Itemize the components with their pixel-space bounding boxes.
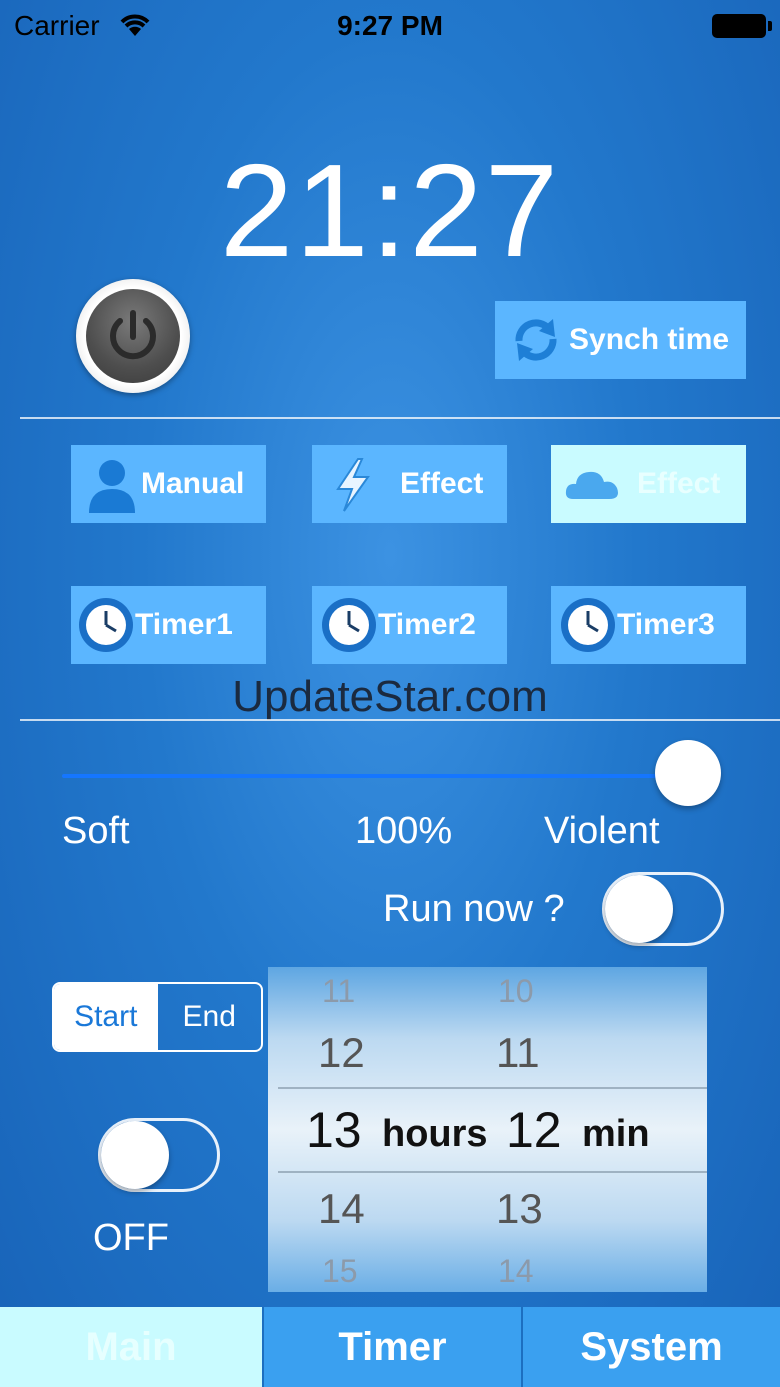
picker-minute-option[interactable]: 14: [498, 1253, 534, 1290]
picker-hour-option[interactable]: 15: [322, 1253, 358, 1290]
segment-start[interactable]: Start: [54, 984, 158, 1050]
intensity-slider-track[interactable]: [62, 774, 688, 778]
picker-minute-selected[interactable]: 12: [506, 1101, 562, 1159]
time-picker[interactable]: 11 12 13 14 15 10 11 12 13 14 hours min: [268, 967, 707, 1292]
picker-hour-option[interactable]: 12: [318, 1029, 365, 1077]
mode-effect-label: Effect: [400, 467, 484, 500]
timer2-label: Timer2: [378, 608, 476, 641]
divider: [20, 719, 780, 721]
picker-minute-option[interactable]: 10: [498, 973, 534, 1010]
cloud-icon: [565, 471, 618, 499]
mode-manual-label: Manual: [141, 467, 245, 500]
intensity-slider-thumb[interactable]: [655, 740, 721, 806]
clock-icon: [79, 598, 133, 652]
power-button[interactable]: [76, 279, 190, 393]
timer1-label: Timer1: [135, 608, 233, 641]
intensity-max-label: Violent: [544, 810, 660, 852]
start-end-segmented-control[interactable]: Start End: [52, 982, 263, 1052]
intensity-value-label: 100%: [355, 810, 453, 852]
picker-selection-line: [278, 1171, 707, 1173]
picker-selection-line: [278, 1087, 707, 1089]
sync-time-button[interactable]: Synch time: [495, 301, 746, 379]
picker-hour-selected[interactable]: 13: [306, 1101, 362, 1159]
timer1-button[interactable]: Timer1: [71, 586, 266, 664]
clock-icon: [561, 598, 615, 652]
person-icon: [89, 460, 135, 513]
lightning-icon: [336, 458, 370, 512]
status-bar: Carrier 9:27 PM: [0, 0, 780, 52]
sync-time-label: Synch time: [569, 323, 730, 356]
divider: [20, 417, 780, 419]
switch-knob: [101, 1121, 169, 1189]
tab-system[interactable]: System: [521, 1307, 780, 1387]
mode-manual-button[interactable]: Manual: [71, 445, 266, 523]
mode-cloud-effect-button[interactable]: Effect: [551, 445, 746, 523]
run-now-label: Run now ?: [383, 888, 565, 930]
timer2-button[interactable]: Timer2: [312, 586, 507, 664]
watermark: UpdateStar.com: [232, 672, 548, 721]
picker-hour-option[interactable]: 14: [318, 1185, 365, 1233]
switch-knob: [605, 875, 673, 943]
intensity-min-label: Soft: [62, 810, 130, 852]
clock-display: 21:27: [219, 137, 561, 284]
enable-switch[interactable]: [98, 1118, 220, 1192]
clock-icon: [322, 598, 376, 652]
picker-hour-option[interactable]: 11: [322, 973, 355, 1010]
run-now-switch[interactable]: [602, 872, 724, 946]
segment-end[interactable]: End: [158, 984, 262, 1050]
status-time: 9:27 PM: [337, 10, 443, 41]
battery-icon: [712, 14, 772, 38]
tab-main[interactable]: Main: [0, 1307, 262, 1387]
picker-minute-option[interactable]: 11: [496, 1029, 540, 1077]
picker-hours-unit: hours: [382, 1113, 488, 1155]
timer3-label: Timer3: [617, 608, 715, 641]
enable-switch-label: OFF: [93, 1217, 169, 1259]
mode-cloud-effect-label: Effect: [637, 467, 721, 500]
tab-timer[interactable]: Timer: [262, 1307, 521, 1387]
timer3-button[interactable]: Timer3: [551, 586, 746, 664]
tab-bar: Main Timer System: [0, 1307, 780, 1387]
picker-minute-option[interactable]: 13: [496, 1185, 543, 1233]
sync-icon: [515, 319, 557, 361]
power-icon: [110, 310, 156, 360]
mode-effect-button[interactable]: Effect: [312, 445, 507, 523]
picker-minutes-unit: min: [582, 1113, 650, 1155]
